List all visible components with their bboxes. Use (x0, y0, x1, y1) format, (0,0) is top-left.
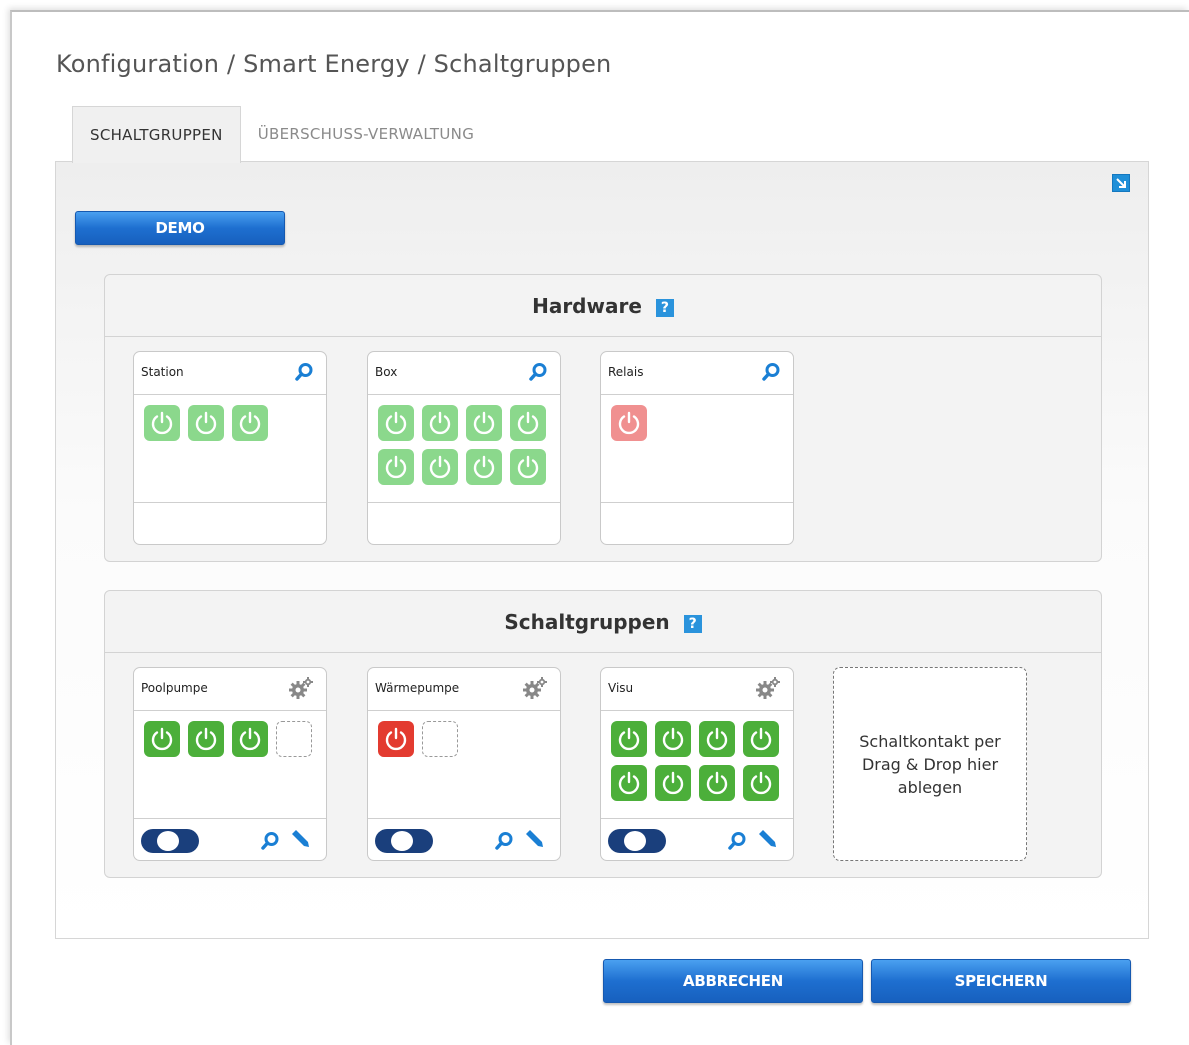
hardware-title: Hardware (532, 293, 642, 318)
hardware-section: Hardware ? Station Box Relais (104, 274, 1102, 562)
power-switch-on-icon[interactable] (611, 721, 647, 757)
switch-list (144, 721, 324, 765)
card-title: Station (141, 365, 184, 379)
card-header: Station (134, 352, 326, 395)
pencil-icon[interactable] (522, 828, 546, 856)
card-body (368, 395, 560, 502)
pencil-icon[interactable] (755, 828, 779, 856)
card-title: Visu (608, 681, 634, 695)
power-switch-on-icon[interactable] (232, 405, 268, 441)
card-footer (368, 818, 560, 860)
card-body (134, 395, 326, 502)
gear-icon[interactable] (522, 676, 550, 704)
card-body (368, 711, 560, 818)
tab-bar: SCHALTGRUPPEN ÜBERSCHUSS-VERWALTUNG (72, 106, 491, 163)
card-title: Wärmepumpe (375, 681, 460, 695)
power-switch-on-icon[interactable] (611, 765, 647, 801)
toggle-knob (390, 830, 414, 852)
power-switch-off-icon[interactable] (378, 721, 414, 757)
cancel-button[interactable]: ABBRECHEN (603, 959, 863, 1003)
power-switch-on-icon[interactable] (232, 721, 268, 757)
schaltgruppen-header: Schaltgruppen ? (105, 591, 1101, 653)
hardware-card-station: Station (133, 351, 327, 545)
breadcrumb: Konfiguration / Smart Energy / Schaltgru… (56, 50, 612, 78)
card-title: Relais (608, 365, 644, 379)
card-body (601, 395, 793, 502)
toggle-knob (623, 830, 647, 852)
demo-button[interactable]: DEMO (75, 211, 285, 245)
power-switch-on-icon[interactable] (743, 721, 779, 757)
search-icon[interactable] (494, 831, 514, 855)
switch-list (611, 405, 791, 449)
power-switch-on-icon[interactable] (655, 765, 691, 801)
card-footer (134, 502, 326, 544)
card-footer (368, 502, 560, 544)
switch-list (611, 721, 791, 809)
schaltgruppen-title: Schaltgruppen (504, 609, 670, 634)
expand-icon[interactable] (1112, 174, 1130, 192)
power-switch-on-icon[interactable] (655, 721, 691, 757)
power-switch-on-icon[interactable] (422, 449, 458, 485)
tab-schaltgruppen[interactable]: SCHALTGRUPPEN (72, 106, 241, 163)
card-body (601, 711, 793, 818)
power-switch-on-icon[interactable] (699, 765, 735, 801)
card-title: Poolpumpe (141, 681, 208, 695)
card-footer (601, 818, 793, 860)
pencil-icon[interactable] (288, 828, 312, 856)
group-toggle[interactable] (375, 829, 433, 853)
power-switch-on-icon[interactable] (378, 449, 414, 485)
card-footer (601, 502, 793, 544)
drop-zone[interactable]: Schaltkontakt per Drag & Drop hier ableg… (833, 667, 1027, 861)
power-switch-on-icon[interactable] (699, 721, 735, 757)
card-header: Box (368, 352, 560, 395)
switch-list (378, 405, 558, 493)
power-switch-on-icon[interactable] (466, 405, 502, 441)
tab-ueberschuss-verwaltung[interactable]: ÜBERSCHUSS-VERWALTUNG (241, 106, 491, 162)
card-header: Visu (601, 668, 793, 711)
search-icon[interactable] (294, 362, 314, 386)
power-switch-on-icon[interactable] (510, 449, 546, 485)
power-switch-on-icon[interactable] (422, 405, 458, 441)
group-toggle[interactable] (608, 829, 666, 853)
switch-list (378, 721, 558, 765)
search-icon[interactable] (528, 362, 548, 386)
toggle-knob (156, 830, 180, 852)
schaltgruppen-section: Schaltgruppen ? Poolpumpe Wärmepumpe Vis… (104, 590, 1102, 878)
empty-switch-slot (276, 721, 312, 757)
gear-icon[interactable] (755, 676, 783, 704)
power-switch-on-icon[interactable] (188, 405, 224, 441)
hardware-header: Hardware ? (105, 275, 1101, 337)
power-switch-off-icon[interactable] (611, 405, 647, 441)
group-toggle[interactable] (141, 829, 199, 853)
card-title: Box (375, 365, 398, 379)
hardware-card-relais: Relais (600, 351, 794, 545)
switch-list (144, 405, 324, 449)
power-switch-on-icon[interactable] (743, 765, 779, 801)
power-switch-on-icon[interactable] (144, 721, 180, 757)
help-icon[interactable]: ? (655, 298, 674, 317)
search-icon[interactable] (260, 831, 280, 855)
group-card-poolpumpe: Poolpumpe (133, 667, 327, 861)
power-switch-on-icon[interactable] (188, 721, 224, 757)
hardware-card-box: Box (367, 351, 561, 545)
card-header: Relais (601, 352, 793, 395)
power-switch-on-icon[interactable] (378, 405, 414, 441)
group-card-waermepumpe: Wärmepumpe (367, 667, 561, 861)
power-switch-on-icon[interactable] (466, 449, 502, 485)
card-header: Wärmepumpe (368, 668, 560, 711)
gear-icon[interactable] (288, 676, 316, 704)
card-header: Poolpumpe (134, 668, 326, 711)
help-icon[interactable]: ? (683, 614, 702, 633)
main-panel: DEMO Hardware ? Station Box Relais Schal… (55, 161, 1149, 939)
group-card-visu: Visu (600, 667, 794, 861)
empty-switch-slot (422, 721, 458, 757)
search-icon[interactable] (727, 831, 747, 855)
card-footer (134, 818, 326, 860)
card-body (134, 711, 326, 818)
search-icon[interactable] (761, 362, 781, 386)
power-switch-on-icon[interactable] (144, 405, 180, 441)
save-button[interactable]: SPEICHERN (871, 959, 1131, 1003)
power-switch-on-icon[interactable] (510, 405, 546, 441)
